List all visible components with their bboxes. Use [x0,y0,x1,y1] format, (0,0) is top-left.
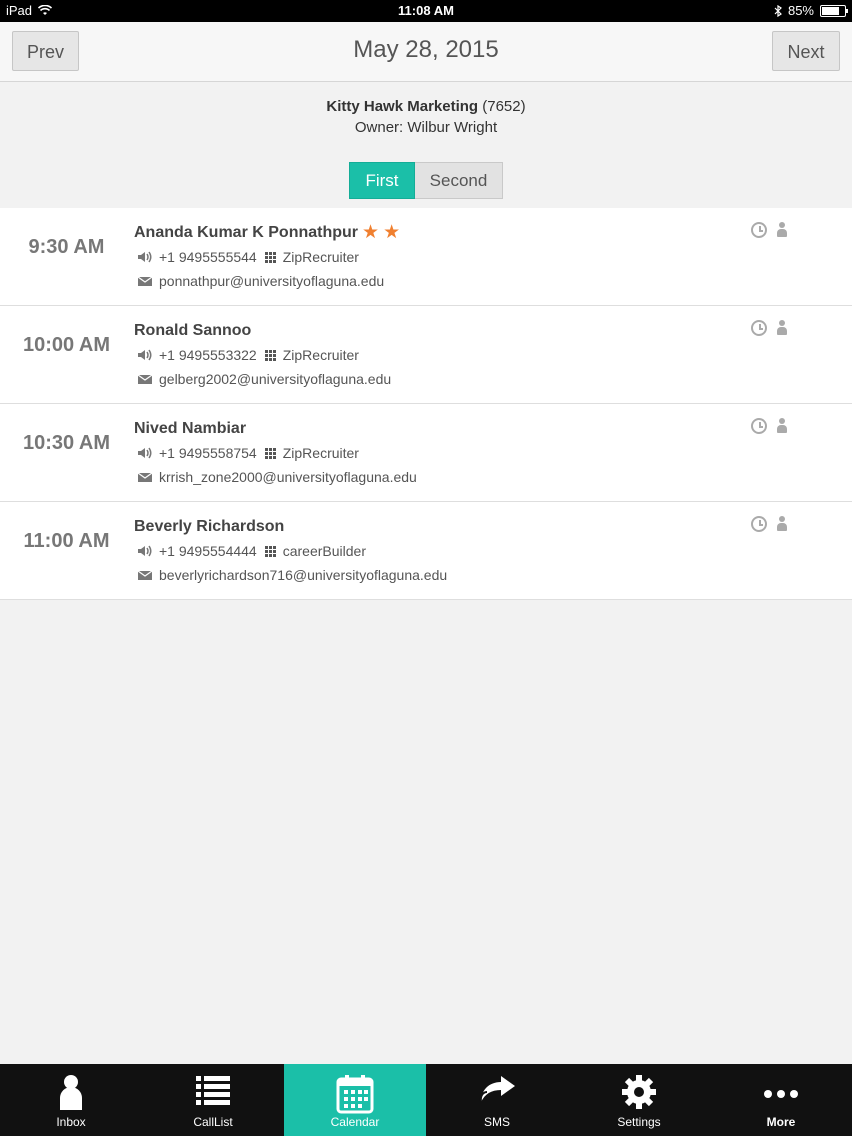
email-address[interactable]: gelberg2002@universityoflaguna.edu [159,371,391,387]
clock-icon[interactable] [751,320,767,336]
person-icon[interactable] [777,418,787,434]
tab-label: Settings [617,1115,661,1129]
shift-segmented-control: First Second [349,162,503,199]
battery-percent: 85% [787,3,814,18]
appointment-time: 10:00 AM [22,334,111,356]
lead-source: careerBuilder [282,543,366,559]
gear-icon [622,1075,656,1109]
appointment-row[interactable]: 10:00 AM Ronald Sannoo +1 9495553322 ZipRec… [0,306,852,404]
mail-icon [137,472,153,482]
segment-second[interactable]: Second [415,162,503,199]
battery-icon [820,4,848,17]
tab-bar: Inbox CallList Calendar SMS Settings Mor… [0,1064,852,1136]
more-dots-icon [764,1090,798,1098]
star-icon: ★ [362,222,380,243]
tab-label: SMS [483,1115,510,1129]
phone-number[interactable]: +1 9495554444 [159,543,257,559]
candidate-name: Ananda Kumar K Ponnathpur [134,224,359,241]
grid-icon [264,349,277,361]
lead-source: ZipRecruiter [282,347,359,363]
star-icon: ★ [383,222,401,243]
tab-label: CallList [193,1115,233,1129]
clock-icon[interactable] [751,222,767,238]
person-icon[interactable] [777,320,787,336]
email-address[interactable]: beverlyrichardson716@universityoflaguna.… [159,567,447,583]
candidate-name: Beverly Richardson [134,518,285,535]
email-address[interactable]: krrish_zone2000@universityoflaguna.edu [159,469,417,485]
phone-number[interactable]: +1 9495555544 [159,249,257,265]
status-time: 11:08 AM [398,3,454,18]
person-icon [60,1075,82,1110]
appointment-row[interactable]: 11:00 AM Beverly Richardson +1 9495554444 c… [0,502,852,600]
tab-sms[interactable]: SMS [426,1064,568,1136]
clock-icon[interactable] [751,418,767,434]
share-arrow-icon [479,1076,515,1103]
tab-label: Calendar [330,1115,380,1129]
page-title: May 28, 2015 [353,36,499,63]
tab-calendar[interactable]: Calendar [284,1064,426,1136]
speaker-icon [138,349,152,361]
grid-icon [264,545,277,557]
status-bar: iPad 11:08 AM 85% [0,0,852,22]
tab-more[interactable]: More [710,1064,852,1136]
tab-settings[interactable]: Settings [568,1064,710,1136]
phone-number[interactable]: +1 9495553322 [159,347,257,363]
appointment-time: 10:30 AM [22,432,111,454]
bluetooth-icon [774,4,782,17]
phone-number[interactable]: +1 9495558754 [159,445,257,461]
grid-icon [264,447,277,459]
lead-source: ZipRecruiter [282,249,359,265]
grid-icon [264,251,277,263]
mail-icon [137,374,153,384]
segment-first[interactable]: First [349,162,415,199]
clock-icon[interactable] [751,516,767,532]
next-button[interactable]: Next [772,31,840,71]
mail-icon [137,570,153,580]
appointment-list: 9:30 AM Ananda Kumar K Ponnathpur ★ ★ +1 949… [0,208,852,600]
email-address[interactable]: ponnathpur@universityoflaguna.edu [159,273,384,289]
appointment-row[interactable]: 9:30 AM Ananda Kumar K Ponnathpur ★ ★ +1 949… [0,208,852,306]
mail-icon [137,276,153,286]
tab-inbox[interactable]: Inbox [0,1064,142,1136]
appointment-row[interactable]: 10:30 AM Nived Nambiar +1 9495558754 ZipRec… [0,404,852,502]
date-navbar: Prev May 28, 2015 Next [0,22,852,82]
lead-source: ZipRecruiter [282,445,359,461]
person-icon[interactable] [777,222,787,238]
owner-line: Owner: Wilbur Wright [354,119,498,136]
company-name: Kitty Hawk Marketing [326,98,479,115]
company-line: Kitty Hawk Marketing (7652) [0,98,852,115]
candidate-name: Ronald Sannoo [134,322,252,339]
appointment-time: 11:00 AM [23,530,110,552]
tab-label: More [766,1115,796,1129]
tab-label: Inbox [56,1115,86,1129]
person-icon[interactable] [777,516,787,532]
speaker-icon [138,251,152,263]
appointment-time: 9:30 AM [28,236,105,258]
list-icon [196,1076,230,1105]
company-id: (7652) [482,98,526,115]
speaker-icon [138,447,152,459]
tab-calllist[interactable]: CallList [142,1064,284,1136]
candidate-name: Nived Nambiar [134,420,247,437]
calendar-icon [336,1075,374,1114]
speaker-icon [138,545,152,557]
